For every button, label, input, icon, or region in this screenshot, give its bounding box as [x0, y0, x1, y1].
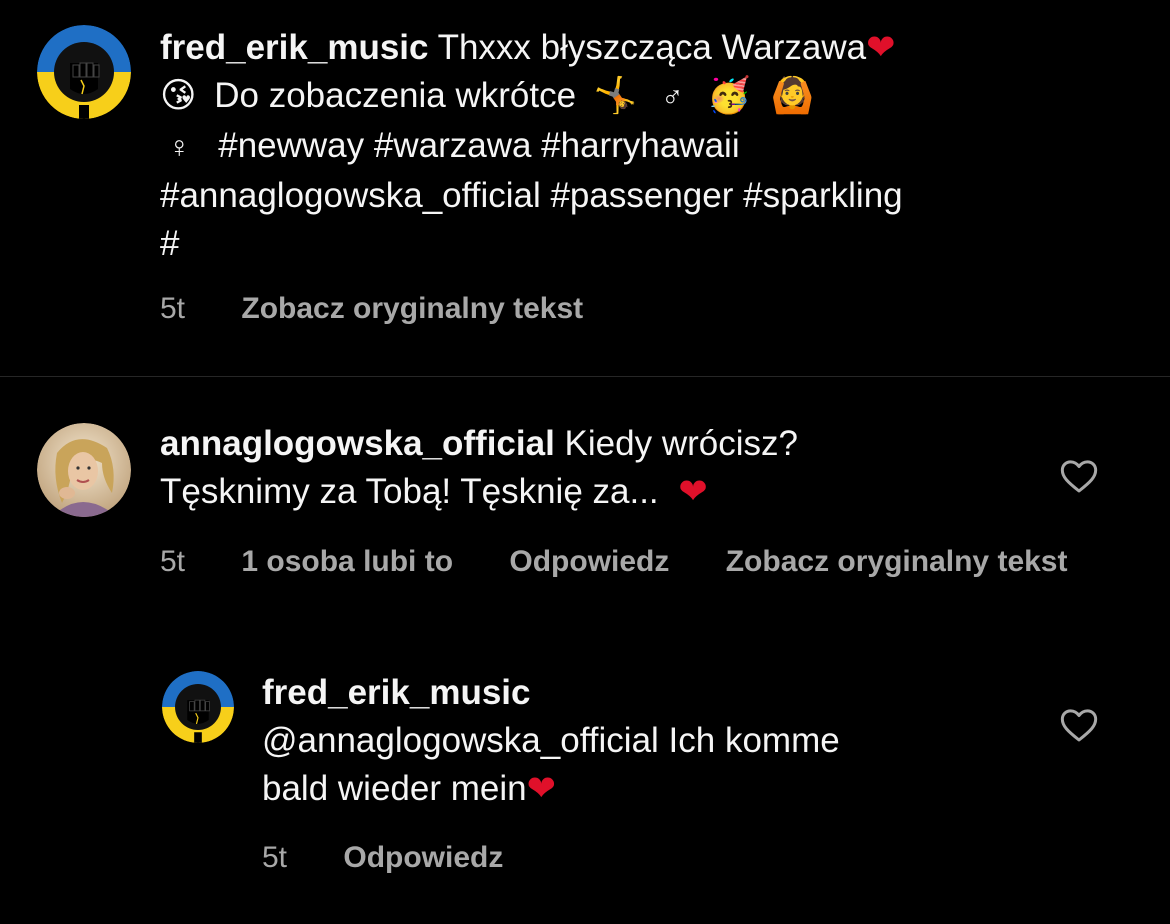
reply-mention[interactable]: @annaglogowska_official — [262, 721, 659, 760]
reply-text: fred_erik_music @annaglogowska_official … — [262, 669, 1022, 813]
avatar-annaglogowska[interactable] — [37, 423, 131, 517]
comment-2-reply-button[interactable]: Odpowiedz — [509, 545, 669, 578]
reply-meta: 5t Odpowiedz — [262, 841, 503, 875]
gymnast-emoji-icon: 🤸 — [593, 76, 638, 116]
comment-1-hashtags-line2[interactable]: #annaglogowska_official #passenger #spar… — [160, 172, 1120, 220]
comment-1-hashtags-line3[interactable]: # — [160, 220, 1120, 268]
comment-1-username[interactable]: fred_erik_music — [160, 28, 428, 67]
reply-time: 5t — [262, 841, 288, 874]
comment-2-line-1: annaglogowska_official Kiedy wrócisz? — [160, 420, 1020, 468]
ukraine-fist-icon — [162, 671, 234, 743]
person-emoji-icon: 🙆 — [770, 76, 815, 116]
profile-photo-icon — [37, 423, 131, 517]
comment-divider — [0, 376, 1170, 377]
heart-emoji-icon: ❤ — [866, 28, 896, 68]
comment-2-meta: 5t 1 osoba lubi to Odpowiedz Zobacz oryg… — [160, 545, 1067, 579]
female-sign-icon: ♀ — [168, 131, 191, 164]
male-sign-icon: ♂ — [661, 81, 684, 114]
reply-line-2: @annaglogowska_official Ich komme — [262, 717, 1022, 765]
comment-2-likes-count[interactable]: 1 osoba lubi to — [241, 545, 453, 578]
comment-2-text-line2: Tęsknimy za Tobą! Tęsknię za... — [160, 472, 659, 511]
comment-1-text: fred_erik_music Thxxx błyszcząca Warzawa… — [160, 24, 1120, 268]
kiss-emoji-icon: 😘 — [160, 76, 197, 116]
reply-username[interactable]: fred_erik_music — [262, 669, 1022, 717]
comment-1-line-3: ♀ #newway #warzawa #harryhawaii — [160, 122, 1120, 172]
avatar-fred-erik-music[interactable] — [37, 25, 131, 119]
comment-2-line-2: Tęsknimy za Tobą! Tęsknię za... ❤ — [160, 468, 1020, 516]
comment-2-text: annaglogowska_official Kiedy wrócisz? Tę… — [160, 420, 1020, 516]
heart-outline-icon — [1060, 709, 1098, 742]
reply-text-line1: Ich komme — [668, 721, 840, 760]
reply-like-button[interactable] — [1059, 705, 1099, 745]
comment-1-see-original-button[interactable]: Zobacz oryginalny tekst — [241, 292, 583, 325]
comment-2-text-line1: Kiedy wrócisz? — [564, 424, 798, 463]
comment-2-like-button[interactable] — [1059, 456, 1099, 496]
comment-1-text-line1: Thxxx błyszcząca Warzawa — [437, 28, 867, 67]
heart-emoji-icon: ❤ — [526, 769, 556, 809]
avatar-fred-erik-music-reply[interactable] — [162, 671, 234, 743]
comment-1-time: 5t — [160, 292, 186, 325]
comment-2-see-original-button[interactable]: Zobacz oryginalny tekst — [726, 545, 1068, 578]
reply-text-line2: bald wieder mein — [262, 769, 527, 808]
reply-reply-button[interactable]: Odpowiedz — [343, 841, 503, 874]
heart-outline-icon — [1060, 460, 1098, 493]
comment-2-username[interactable]: annaglogowska_official — [160, 424, 555, 463]
heart-emoji-icon: ❤ — [678, 472, 708, 512]
comment-2-time: 5t — [160, 545, 186, 578]
ukraine-fist-icon — [37, 25, 131, 119]
comment-1-text-line2: Do zobaczenia wkrótce — [214, 76, 577, 115]
comment-1-hashtags-line1[interactable]: #newway #warzawa #harryhawaii — [218, 126, 739, 165]
party-emoji-icon: 🥳 — [707, 76, 751, 116]
comment-1-line-2: 😘 Do zobaczenia wkrótce 🤸 ♂ 🥳 🙆 — [160, 72, 1120, 122]
reply-line-3: bald wieder mein❤ — [262, 765, 1022, 813]
comment-1-meta: 5t Zobacz oryginalny tekst — [160, 292, 583, 326]
comment-1-line-1: fred_erik_music Thxxx błyszcząca Warzawa… — [160, 24, 1120, 72]
